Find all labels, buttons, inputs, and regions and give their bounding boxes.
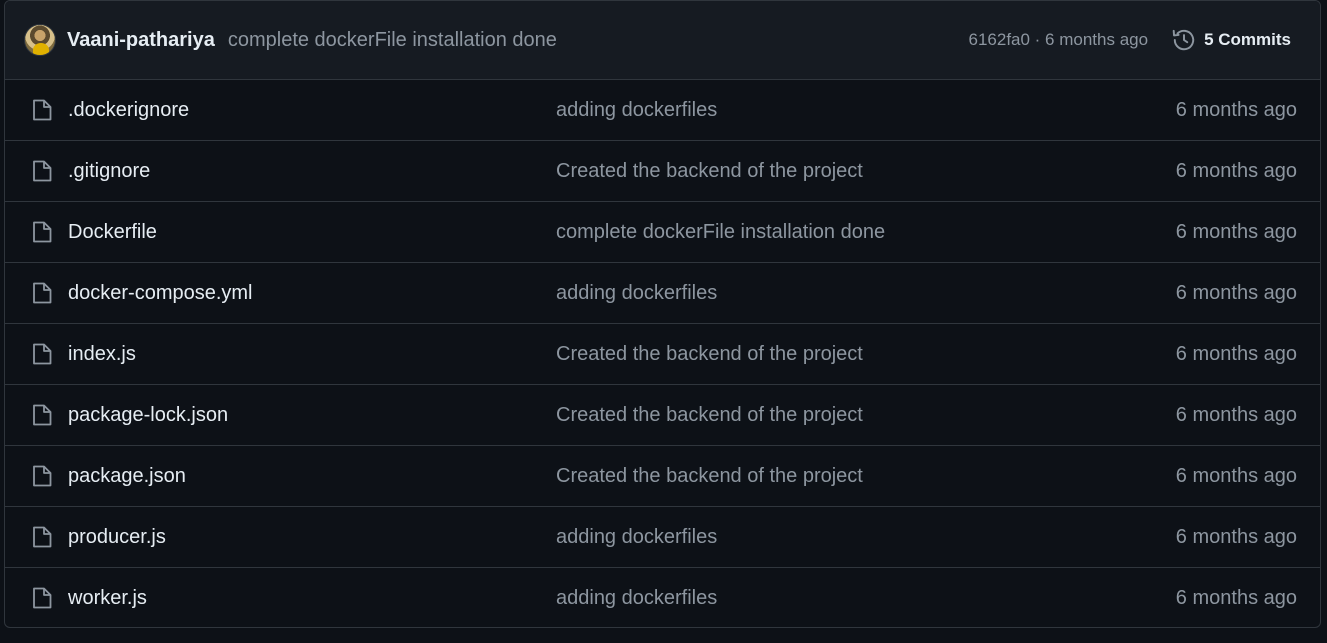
file-icon — [33, 160, 52, 182]
file-icon — [33, 99, 52, 121]
file-name-link[interactable]: Dockerfile — [68, 221, 157, 244]
file-commit-time: 6 months ago — [1175, 98, 1297, 121]
file-commit-message-link[interactable]: adding dockerfiles — [556, 282, 717, 305]
file-name-link[interactable]: .dockerignore — [68, 99, 189, 122]
file-row[interactable]: producer.js adding dockerfiles 6 months … — [5, 507, 1320, 568]
latest-commit-bar: Vaani-pathariya complete dockerFile inst… — [5, 1, 1320, 80]
file-commit-time: 6 months ago — [1175, 342, 1297, 365]
file-commit-message-link[interactable]: Created the backend of the project — [556, 465, 863, 488]
file-commit-time: 6 months ago — [1175, 525, 1297, 548]
commits-history-link[interactable]: 5 Commits — [1171, 27, 1291, 53]
file-row[interactable]: package.json Created the backend of the … — [5, 446, 1320, 507]
file-commit-time: 6 months ago — [1175, 281, 1297, 304]
file-icon — [33, 343, 52, 365]
file-name-link[interactable]: package.json — [68, 465, 186, 488]
file-icon — [33, 404, 52, 426]
commit-sha-and-time[interactable]: 6162fa0 · 6 months ago — [969, 30, 1149, 50]
file-row[interactable]: .dockerignore adding dockerfiles 6 month… — [5, 80, 1320, 141]
file-name-link[interactable]: index.js — [68, 343, 136, 366]
file-commit-time: 6 months ago — [1175, 587, 1297, 609]
file-icon — [33, 526, 52, 548]
file-browser: Vaani-pathariya complete dockerFile inst… — [4, 0, 1321, 628]
file-commit-time: 6 months ago — [1175, 159, 1297, 182]
file-name-link[interactable]: producer.js — [68, 526, 166, 549]
file-commit-message-link[interactable]: Created the backend of the project — [556, 404, 863, 427]
file-commit-message-link[interactable]: adding dockerfiles — [556, 526, 717, 549]
file-commit-message-link[interactable]: adding dockerfiles — [556, 99, 717, 122]
commits-count-label: 5 Commits — [1204, 30, 1291, 49]
file-icon — [33, 221, 52, 243]
latest-commit-message[interactable]: complete dockerFile installation done — [228, 29, 557, 52]
file-row[interactable]: Dockerfile complete dockerFile installat… — [5, 202, 1320, 263]
file-row[interactable]: docker-compose.yml adding dockerfiles 6 … — [5, 263, 1320, 324]
file-name-link[interactable]: package-lock.json — [68, 404, 228, 427]
file-commit-message-link[interactable]: Created the backend of the project — [556, 343, 863, 366]
author-avatar[interactable] — [24, 24, 56, 56]
file-commit-message-link[interactable]: adding dockerfiles — [556, 587, 717, 610]
file-commit-message-link[interactable]: complete dockerFile installation done — [556, 221, 885, 244]
history-icon — [1172, 29, 1195, 51]
file-row[interactable]: index.js Created the backend of the proj… — [5, 324, 1320, 385]
commit-author[interactable]: Vaani-pathariya — [67, 29, 215, 52]
file-icon — [33, 282, 52, 304]
file-row[interactable]: .gitignore Created the backend of the pr… — [5, 141, 1320, 202]
file-list: .dockerignore adding dockerfiles 6 month… — [5, 80, 1320, 627]
file-icon — [33, 587, 52, 609]
file-row[interactable]: package-lock.json Created the backend of… — [5, 385, 1320, 446]
file-commit-time: 6 months ago — [1175, 220, 1297, 243]
file-commit-time: 6 months ago — [1175, 464, 1297, 487]
file-name-link[interactable]: .gitignore — [68, 160, 150, 183]
file-row[interactable]: worker.js adding dockerfiles 6 months ag… — [5, 568, 1320, 627]
file-commit-time: 6 months ago — [1175, 403, 1297, 426]
file-name-link[interactable]: docker-compose.yml — [68, 282, 253, 305]
file-icon — [33, 465, 52, 487]
file-name-link[interactable]: worker.js — [68, 587, 147, 610]
file-commit-message-link[interactable]: Created the backend of the project — [556, 160, 863, 183]
